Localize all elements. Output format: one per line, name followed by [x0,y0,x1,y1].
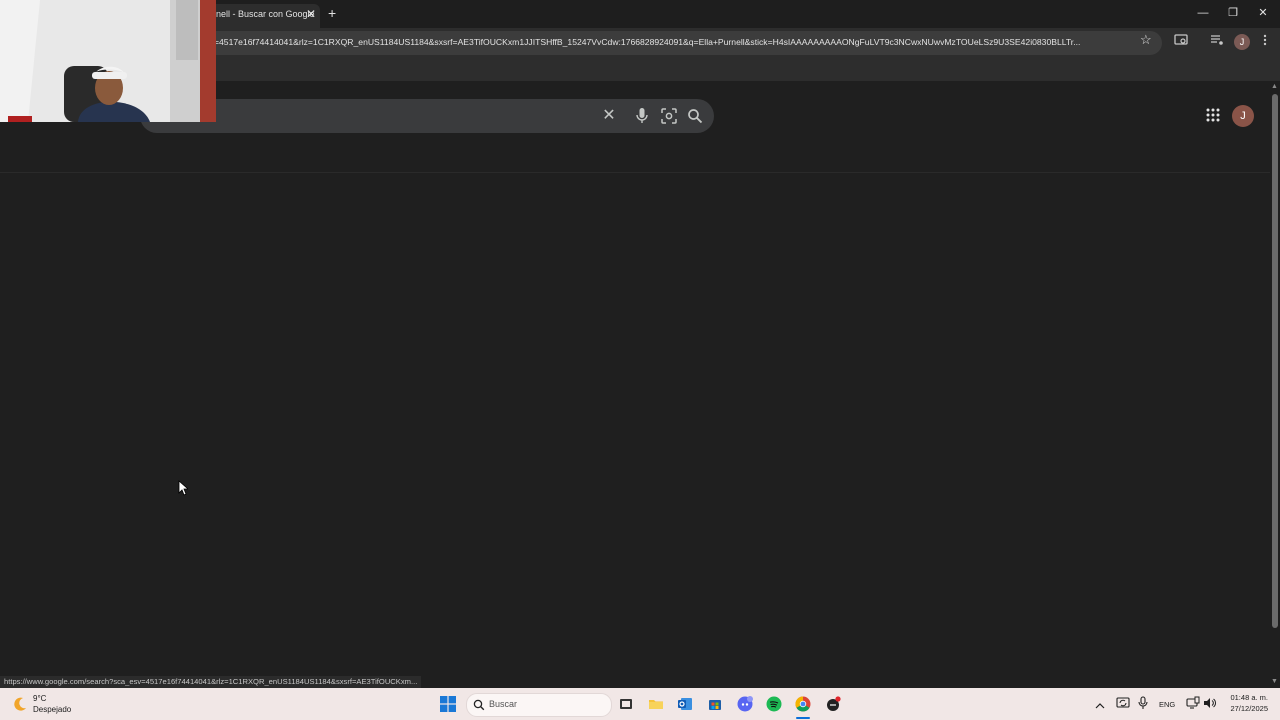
clock-date[interactable]: 27/12/2025 [1224,704,1268,713]
discord-icon[interactable] [737,696,753,717]
microphone-icon[interactable] [1138,696,1148,715]
cast-icon[interactable] [1172,34,1190,52]
sync-icon[interactable] [1116,696,1130,715]
chrome-icon[interactable] [795,696,811,717]
minimize-button[interactable]: — [1188,3,1218,23]
clock-time[interactable]: 01:48 a. m. [1228,693,1268,702]
tab-close-icon[interactable]: ✕ [306,7,316,21]
google-account-avatar[interactable]: J [1232,105,1254,127]
windows-start-icon[interactable] [440,696,456,717]
file-explorer-icon[interactable] [648,696,664,717]
google-search-box[interactable]: ✕ [140,99,714,133]
scroll-up-icon[interactable]: ▲ [1271,83,1278,90]
bookmark-star-icon[interactable]: ☆ [1140,32,1152,48]
weather-description[interactable]: Despejado [33,705,71,714]
taskbar-search-box[interactable]: Buscar [466,693,612,717]
search-icon[interactable] [686,107,704,130]
link-status-bar: https://www.google.com/search?sca_esv=45… [0,676,422,688]
address-bar[interactable]: =4517e16f74414041&rlz=1C1RXQR_enUS1184US… [180,31,1162,55]
media-controls-icon[interactable] [1208,34,1226,52]
scroll-down-icon[interactable]: ▼ [1271,678,1278,685]
taskbar-search-label: Buscar [489,699,518,709]
weather-temperature[interactable]: 9°C [33,694,46,703]
tab-title: nell - Buscar con Google [216,9,315,19]
windows-taskbar: 9°C Despejado Buscar ENG 01:48 a. m. 27/… [0,688,1280,720]
restore-button[interactable]: ❐ [1218,3,1248,23]
network-icon[interactable] [1186,696,1200,715]
profile-avatar[interactable]: J [1234,34,1250,50]
outlook-icon[interactable] [677,696,693,717]
spotify-icon[interactable] [766,696,782,717]
clear-search-icon[interactable]: ✕ [600,107,618,125]
tray-overflow-chevron-icon[interactable] [1095,697,1105,715]
google-apps-icon[interactable] [1206,108,1222,124]
new-tab-button[interactable]: + [328,5,336,21]
task-view-icon[interactable] [618,696,634,717]
header-divider [0,172,1270,173]
other-app-icon[interactable] [825,696,841,717]
volume-icon[interactable] [1203,696,1217,715]
window-close-button[interactable]: ✕ [1248,3,1278,23]
chrome-active-indicator [796,717,810,719]
taskbar-search-icon [473,698,485,716]
lens-search-icon[interactable] [660,107,678,130]
language-indicator[interactable]: ENG [1159,700,1175,709]
weather-moon-icon[interactable] [12,696,28,717]
url-text[interactable]: =4517e16f74414041&rlz=1C1RXQR_enUS1184US… [214,37,1130,47]
scrollbar-thumb[interactable] [1272,94,1278,628]
more-menu-icon[interactable] [1256,34,1274,52]
webcam-overlay [0,0,216,122]
voice-search-icon[interactable] [634,107,650,130]
browser-tab[interactable]: nell - Buscar con Google ✕ [206,4,320,28]
microsoft-store-icon[interactable] [707,696,723,717]
mouse-cursor [178,480,190,501]
